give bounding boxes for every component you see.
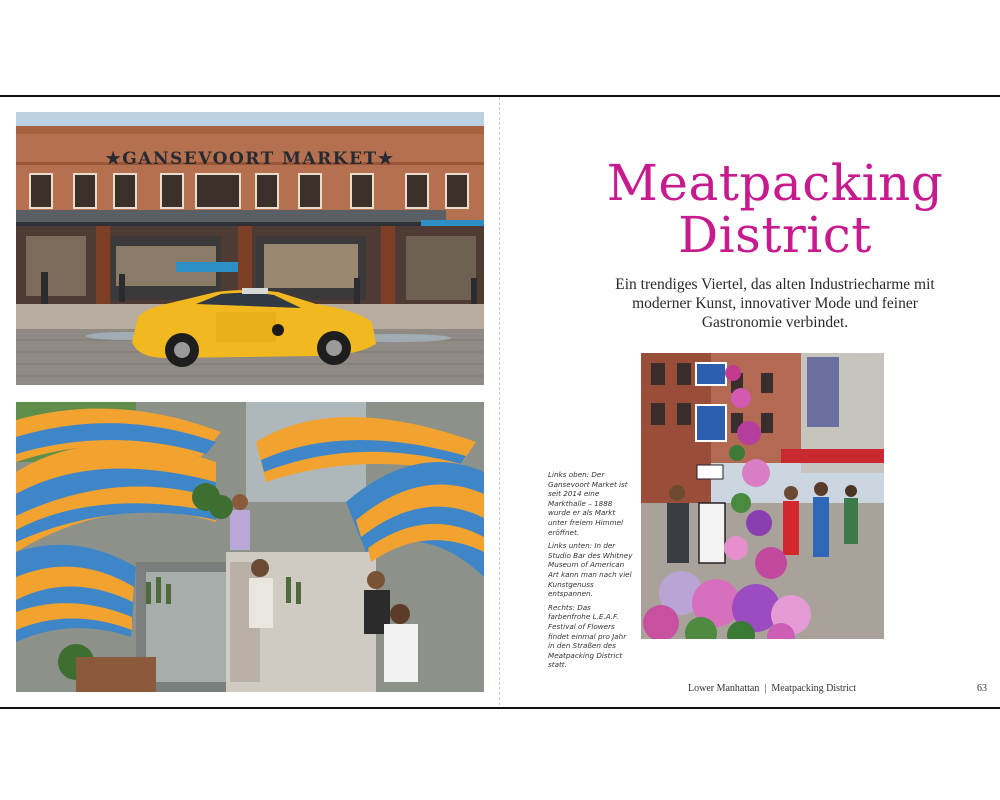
left-page: ★GANSEVOORT MARKET★ — [0, 97, 500, 705]
footer-section: Lower Manhattan — [688, 683, 760, 694]
footer-separator: | — [764, 683, 767, 694]
right-page: Meatpacking District Ein trendiges Viert… — [500, 97, 1000, 705]
market-sign: ★GANSEVOORT MARKET★ — [105, 149, 395, 169]
caption-top-left: Links oben: Der Gansevoort Market ist se… — [548, 470, 628, 537]
intro-text: Ein trendiges Viertel, das alten Industr… — [615, 276, 935, 331]
title-line-1: Meatpacking — [606, 154, 944, 212]
photo-gansevoort-market: ★GANSEVOORT MARKET★ — [16, 112, 484, 385]
running-footer: Lower Manhattan | Meatpacking District — [688, 683, 856, 694]
festival-illustration — [641, 353, 884, 639]
caption-bottom-left: Links unten: In der Studio Bar des Whitn… — [548, 541, 633, 599]
photo-leaf-festival — [641, 353, 884, 639]
page-number: 63 — [977, 683, 987, 694]
umbrellas-illustration — [16, 402, 484, 692]
chapter-title: Meatpacking District — [585, 157, 965, 261]
book-spread: ★GANSEVOORT MARKET★ Meatpacking District… — [0, 95, 1000, 709]
footer-chapter: Meatpacking District — [771, 683, 857, 694]
photo-captions: Links oben: Der Gansevoort Market ist se… — [548, 470, 634, 674]
caption-right: Rechts: Das farbenfrohe L.E.A.F. Festiva… — [548, 602, 627, 670]
photo-studio-bar-umbrellas — [16, 402, 484, 692]
title-line-2: District — [678, 206, 872, 264]
